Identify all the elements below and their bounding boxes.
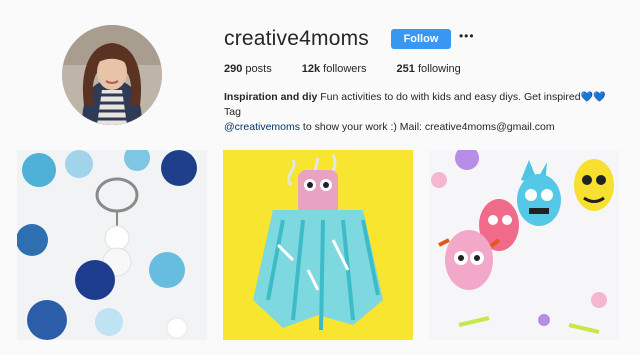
following-stat[interactable]: 251 following: [397, 63, 461, 75]
profile-stats: 290 posts 12k followers 251 following: [224, 63, 624, 75]
profile-avatar[interactable]: [62, 25, 162, 125]
bio-text: Fun activities to do with kids and easy …: [317, 91, 581, 103]
followers-label: followers: [323, 63, 367, 75]
posts-stat: 290 posts: [224, 63, 272, 75]
profile-bio: Inspiration and diy Fun activities to do…: [224, 90, 624, 135]
bio-text-tag: Tag: [224, 106, 241, 118]
post-thumbnail-felt-balls[interactable]: [17, 150, 207, 340]
post-thumbnail-egg-monsters[interactable]: [429, 150, 619, 340]
egg-monsters-image: [429, 150, 619, 340]
post-thumbnail-jellyfish[interactable]: [223, 150, 413, 340]
followers-stat[interactable]: 12k followers: [302, 63, 367, 75]
username: creative4moms: [224, 27, 369, 50]
following-label: following: [417, 63, 461, 75]
felt-ball-keychain-image: [17, 150, 207, 340]
avatar-image: [62, 25, 162, 125]
posts-count: 290: [224, 63, 243, 75]
follow-button[interactable]: Follow: [390, 29, 451, 49]
more-options-icon[interactable]: •••: [459, 30, 475, 42]
followers-count: 12k: [301, 63, 321, 75]
profile-title-row: creative4moms Follow •••: [224, 26, 624, 52]
following-count: 251: [396, 63, 415, 75]
profile-header: creative4moms Follow ••• 290 posts 12k f…: [224, 26, 624, 135]
posts-grid: [17, 150, 619, 340]
bio-text-mail: to show your work :) Mail: creative4moms…: [300, 121, 555, 133]
blue-heart-icon: 💙💙: [580, 92, 606, 103]
bio-mention-link[interactable]: @creativemoms: [224, 121, 300, 133]
jellyfish-craft-image: [223, 150, 413, 340]
bio-name: Inspiration and diy: [224, 91, 318, 103]
posts-label: posts: [245, 63, 272, 75]
